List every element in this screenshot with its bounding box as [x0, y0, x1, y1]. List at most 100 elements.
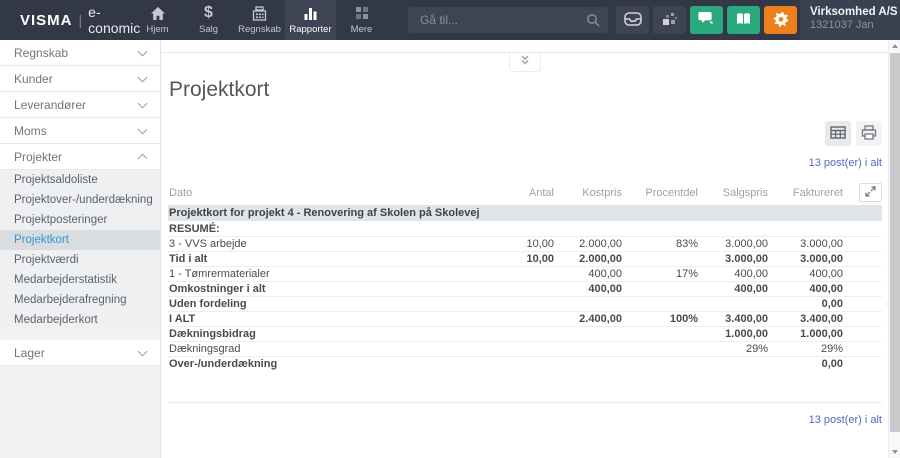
search-input[interactable] [408, 7, 608, 33]
sidebar: RegnskabKunderLeverandørerMomsProjekter … [0, 40, 160, 458]
sidebar-item-regnskab[interactable]: Regnskab [0, 40, 160, 66]
page-title: Projektkort [169, 78, 882, 102]
vertical-scrollbar [888, 40, 900, 458]
cell-salgspris: 29% [698, 343, 768, 355]
chat-icon [698, 11, 715, 29]
company-id: 1321037 Jan [810, 19, 890, 31]
settings-button[interactable] [764, 6, 797, 34]
cell-salgspris: 1.000,00 [698, 328, 768, 340]
sidebar-item-projekter[interactable]: Projekter [0, 144, 160, 170]
sidebar-subitem-projektposteringer[interactable]: Projektposteringer [0, 210, 160, 230]
chevron-up-icon [138, 153, 148, 163]
resume-label: RESUMÉ: [168, 223, 882, 235]
sidebar-subitem-medarbejderstatistik[interactable]: Medarbejderstatistik [0, 270, 160, 290]
scrollbar-thumb[interactable] [890, 53, 900, 432]
top-navigation-bar: VISMA | e-conomic Hjem $ Salg Regnskab [0, 0, 900, 40]
fullscreen-button[interactable] [859, 183, 882, 202]
cell-dato: Uden fordeling [168, 298, 486, 310]
cell-dato: Dækningsbidrag [168, 328, 486, 340]
sidebar-subitem-projektsaldoliste[interactable]: Projektsaldoliste [0, 170, 160, 190]
sidebar-subitem-projektover-underdækning[interactable]: Projektover-/underdækning [0, 190, 160, 210]
nav-item-salg[interactable]: $ Salg [183, 0, 234, 40]
grid-icon [355, 5, 369, 21]
sidebar-item-label: Projekter [14, 150, 62, 164]
cell-salgspris: 3.000,00 [698, 253, 768, 265]
cell-faktureret: 0,00 [768, 298, 843, 310]
column-header-kostpris: Kostpris [554, 187, 622, 199]
cell-salgspris: 400,00 [698, 283, 768, 295]
table-row: Over-/underdækning0,00 [168, 356, 882, 371]
expand-filters-button[interactable] [509, 53, 541, 72]
scroll-up-arrow[interactable] [889, 40, 900, 52]
sidebar-bottom-items: Lager [0, 340, 160, 366]
bar-chart-icon [303, 5, 318, 21]
table-header-row: Dato Antal Kostpris Procentdel Salgspris… [168, 182, 882, 205]
cell-dato: Omkostninger i alt [168, 283, 486, 295]
cell-kostpris: 2.000,00 [554, 238, 622, 250]
chevron-down-icon [138, 72, 148, 82]
sidebar-item-label: Lager [14, 346, 45, 360]
nav-item-mere[interactable]: Mere [336, 0, 387, 40]
cell-kostpris: 2.400,00 [554, 313, 622, 325]
cell-dato: Dækningsgrad [168, 343, 486, 355]
inbox-icon [624, 12, 642, 29]
resume-section-row: RESUMÉ: [168, 221, 882, 236]
chevron-down-icon [138, 346, 148, 356]
cell-salgspris: 3.000,00 [698, 238, 768, 250]
sidebar-subitem-projektværdi[interactable]: Projektværdi [0, 250, 160, 270]
sidebar-item-leverandører[interactable]: Leverandører [0, 92, 160, 118]
cell-faktureret: 400,00 [768, 268, 843, 280]
column-header-procentdel: Procentdel [622, 187, 698, 199]
sidebar-item-label: Leverandører [14, 98, 86, 112]
cell-faktureret: 1.000,00 [768, 328, 843, 340]
table-row: 3 - VVS arbejde10,002.000,0083%3.000,003… [168, 236, 882, 251]
sidebar-item-moms[interactable]: Moms [0, 118, 160, 144]
record-count-bottom: 13 post(er) i alt [168, 414, 882, 426]
brand-logo[interactable]: VISMA | e-conomic [0, 0, 132, 40]
cell-kostpris: 400,00 [554, 268, 622, 280]
company-name: Virksomhed A/S [810, 6, 890, 18]
cell-salgspris: 3.400,00 [698, 313, 768, 325]
cell-procentdel: 83% [622, 238, 698, 250]
print-button[interactable] [856, 121, 882, 146]
sidebar-subitem-medarbejderafregning[interactable]: Medarbejderafregning [0, 290, 160, 310]
nav-item-rapporter[interactable]: Rapporter [285, 0, 336, 40]
column-header-antal: Antal [486, 187, 554, 199]
cell-antal: 10,00 [486, 238, 554, 250]
sidebar-subitem-projektkort[interactable]: Projektkort [0, 230, 160, 250]
cell-procentdel: 100% [622, 313, 698, 325]
sidebar-item-lager[interactable]: Lager [0, 340, 160, 366]
scroll-down-arrow[interactable] [889, 446, 900, 458]
sidebar-top-items: RegnskabKunder Leverandører Moms Projekter [0, 40, 160, 170]
chat-button[interactable] [690, 6, 723, 34]
triangle-down-icon [892, 450, 898, 454]
topbar-buttons [616, 6, 797, 34]
search-icon [586, 13, 600, 32]
cell-faktureret: 29% [768, 343, 843, 355]
cell-faktureret: 3.400,00 [768, 313, 843, 325]
table-body: 3 - VVS arbejde10,002.000,0083%3.000,00 3… [168, 236, 882, 371]
chevron-double-down-icon [519, 53, 531, 71]
nav-item-regnskab[interactable]: Regnskab [234, 0, 285, 40]
sidebar-item-kunder[interactable]: Kunder [0, 66, 160, 92]
nav-item-hjem[interactable]: Hjem [132, 0, 183, 40]
chevron-down-icon [138, 98, 148, 108]
column-header-dato: Dato [168, 187, 486, 199]
table-row: Tid i alt10,002.000,003.000,003.000,00 [168, 251, 882, 266]
bottom-divider [168, 402, 882, 403]
apps-icon [662, 11, 677, 29]
inbox-button[interactable] [616, 6, 649, 34]
apps-button[interactable] [653, 6, 686, 34]
cell-faktureret: 0,00 [768, 358, 843, 370]
table-view-button[interactable] [825, 121, 851, 146]
report-band-row: Projektkort for projekt 4 - Renovering a… [168, 205, 882, 221]
cell-dato: 3 - VVS arbejde [168, 238, 486, 250]
table-row: I ALT2.400,00100%3.400,003.400,00 [168, 311, 882, 326]
report-band-title: Projektkort for projekt 4 - Renovering a… [168, 207, 882, 219]
sidebar-subitem-medarbejderkort[interactable]: Medarbejderkort [0, 310, 160, 330]
company-selector[interactable]: Virksomhed A/S 1321037 Jan [800, 0, 900, 40]
expand-arrows-icon [865, 185, 876, 200]
print-icon [861, 125, 877, 143]
sidebar-item-label: Moms [14, 124, 47, 138]
book-button[interactable] [727, 6, 760, 34]
